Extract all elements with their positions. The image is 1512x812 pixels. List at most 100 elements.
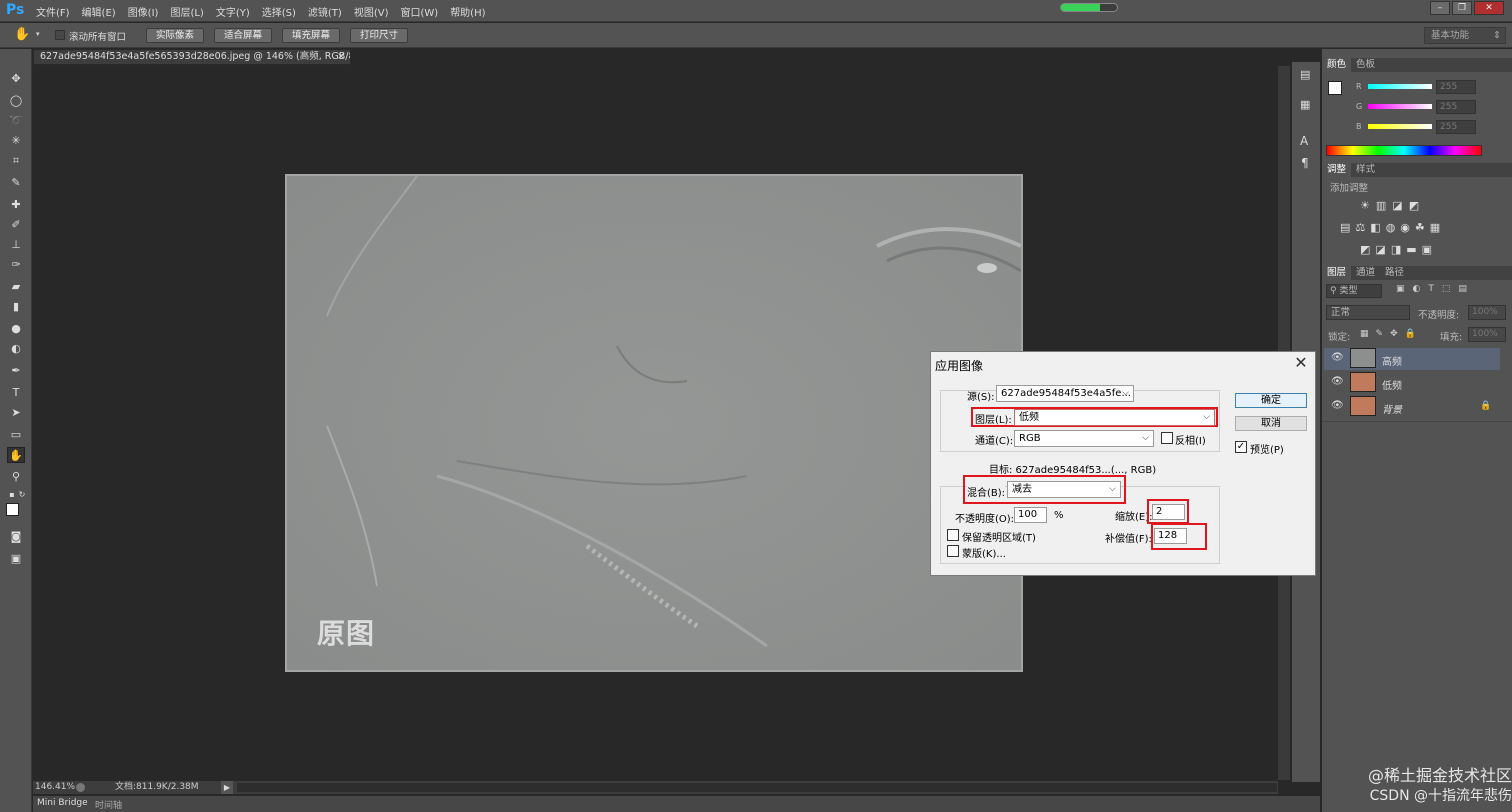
visibility-eye-icon[interactable]: 👁 — [1331, 352, 1344, 363]
screen-mode-icon[interactable]: ▣ — [7, 551, 25, 567]
opacity-input[interactable]: 100 — [1014, 507, 1047, 523]
paragraph-panel-icon[interactable]: ¶ — [1301, 156, 1309, 170]
dialog-close-icon[interactable]: ✕ — [1291, 354, 1311, 372]
fg-color-chip[interactable] — [1328, 81, 1342, 95]
filter-pixel-icon[interactable]: ▣ — [1396, 284, 1405, 294]
pen-tool-icon[interactable]: ✒ — [7, 363, 25, 379]
menu-item[interactable]: 帮助(H) — [450, 4, 485, 19]
filter-type-icon[interactable]: T — [1428, 284, 1434, 294]
preview-checkbox[interactable]: ✓ — [1235, 441, 1247, 453]
marquee-tool-icon[interactable]: ◯ — [7, 93, 25, 109]
menu-item[interactable]: 图像(I) — [128, 4, 159, 19]
blend-mode-select[interactable]: 正常 — [1326, 305, 1410, 320]
hand-tool-selected-icon[interactable]: ✋ — [7, 447, 25, 463]
canvas-image[interactable]: 原图 — [285, 174, 1023, 672]
tab-swatches[interactable]: 色板 — [1351, 58, 1380, 72]
magic-wand-tool-icon[interactable]: ✳ — [7, 133, 25, 149]
ok-button[interactable]: 确定 — [1235, 393, 1307, 408]
brush-tool-icon[interactable]: ✐ — [7, 217, 25, 233]
menu-item[interactable]: 选择(S) — [262, 4, 296, 19]
status-info-icon[interactable] — [76, 783, 85, 792]
lock-all-icon[interactable]: 🔒 — [1405, 329, 1416, 339]
dodge-tool-icon[interactable]: ◐ — [7, 341, 25, 357]
fit-screen-button[interactable]: 适合屏幕 — [214, 28, 272, 43]
blue-value[interactable]: 255 — [1436, 120, 1476, 134]
curves-icon[interactable]: ◪ — [1392, 199, 1402, 212]
green-value[interactable]: 255 — [1436, 100, 1476, 114]
tab-mini-bridge[interactable]: Mini Bridge — [37, 798, 88, 808]
threshold-icon[interactable]: ◨ — [1391, 243, 1401, 256]
tab-timeline[interactable]: 时间轴 — [95, 798, 122, 811]
close-window-button[interactable]: ✕ — [1474, 1, 1504, 15]
actual-pixels-button[interactable]: 实际像素 — [146, 28, 204, 43]
tab-layers[interactable]: 图层 — [1322, 266, 1352, 280]
offset-input[interactable]: 128 — [1154, 528, 1187, 544]
healing-brush-tool-icon[interactable]: ✚ — [7, 197, 25, 213]
character-panel-icon[interactable]: A — [1300, 134, 1308, 148]
eraser-tool-icon[interactable]: ▰ — [7, 279, 25, 295]
blend-select[interactable]: 减去 ⌵ — [1007, 481, 1121, 498]
menu-item[interactable]: 窗口(W) — [400, 4, 438, 19]
gradient-tool-icon[interactable]: ▮ — [7, 299, 25, 315]
mask-checkbox[interactable] — [947, 545, 959, 557]
fill-input[interactable]: 100% — [1468, 327, 1506, 342]
filter-shape-icon[interactable]: ⬚ — [1442, 284, 1451, 294]
visibility-eye-icon[interactable]: 👁 — [1331, 376, 1344, 387]
scroll-all-windows-checkbox[interactable] — [55, 30, 65, 40]
status-menu-arrow-icon[interactable]: ▶ — [221, 781, 233, 794]
visibility-eye-icon[interactable]: 👁 — [1331, 400, 1344, 411]
gradient-map-icon[interactable]: ▬ — [1406, 243, 1416, 256]
restore-button[interactable]: ❐ — [1452, 1, 1472, 15]
swap-colors-icon[interactable]: ↻ — [17, 487, 27, 503]
move-tool-icon[interactable]: ✥ — [7, 71, 25, 87]
filter-smart-icon[interactable]: ▤ — [1458, 284, 1467, 294]
path-selection-tool-icon[interactable]: ➤ — [7, 405, 25, 421]
photo-filter-icon[interactable]: ◉ — [1400, 221, 1410, 234]
exposure-icon[interactable]: ◩ — [1409, 199, 1419, 212]
tool-preset-chevron-icon[interactable]: ▾ — [36, 30, 40, 38]
channel-mixer-icon[interactable]: ☘ — [1415, 221, 1425, 234]
layer-row-low[interactable]: 👁 低频 — [1324, 372, 1500, 394]
history-brush-tool-icon[interactable]: ✑ — [7, 257, 25, 273]
layer-row-background[interactable]: 👁 背景 🔒 — [1324, 396, 1500, 418]
crop-tool-icon[interactable]: ⌗ — [7, 153, 25, 169]
opacity-input[interactable]: 100% — [1468, 305, 1506, 320]
menu-item[interactable]: 文件(F) — [36, 4, 70, 19]
properties-panel-icon[interactable]: ▦ — [1300, 98, 1310, 111]
document-tab[interactable]: 627ade95484f53e4a5fe565393d28e06.jpeg @ … — [33, 49, 351, 65]
workspace-select[interactable]: 基本功能 ⇕ — [1424, 27, 1506, 44]
channel-select[interactable]: RGB ⌵ — [1014, 430, 1154, 447]
tab-channels[interactable]: 通道 — [1351, 266, 1380, 280]
scale-input[interactable]: 2 — [1152, 504, 1185, 520]
hand-tool-icon[interactable]: ✋ — [14, 27, 30, 42]
history-panel-icon[interactable]: ▤ — [1300, 68, 1310, 81]
menu-item[interactable]: 视图(V) — [354, 4, 389, 19]
layer-select[interactable]: 低频 ⌵ — [1014, 409, 1215, 426]
green-slider[interactable] — [1368, 104, 1432, 109]
menu-item[interactable]: 图层(L) — [170, 4, 203, 19]
minimize-button[interactable]: – — [1430, 1, 1450, 15]
rectangle-tool-icon[interactable]: ▭ — [7, 427, 25, 443]
eyedropper-tool-icon[interactable]: ✎ — [7, 175, 25, 191]
type-tool-icon[interactable]: T — [7, 385, 25, 401]
default-colors-icon[interactable]: ▪ — [7, 487, 17, 503]
lock-pixels-icon[interactable]: ✎ — [1376, 329, 1384, 339]
red-slider[interactable] — [1368, 84, 1432, 89]
lock-transparent-icon[interactable]: ▦ — [1360, 329, 1369, 339]
tab-styles[interactable]: 样式 — [1351, 163, 1380, 177]
menu-item[interactable]: 文字(Y) — [216, 4, 250, 19]
blur-tool-icon[interactable]: ● — [7, 321, 25, 337]
print-size-button[interactable]: 打印尺寸 — [350, 28, 408, 43]
source-select[interactable]: 627ade95484f53e4a5fe... ⌵ — [996, 385, 1134, 402]
tab-adjustments[interactable]: 调整 — [1322, 163, 1352, 177]
selective-color-icon[interactable]: ▣ — [1422, 243, 1432, 256]
zoom-tool-icon[interactable]: ⚲ — [7, 469, 25, 485]
layer-row-high[interactable]: 👁 高频 — [1324, 348, 1500, 370]
foreground-color-swatch[interactable] — [6, 503, 19, 516]
menu-item[interactable]: 编辑(E) — [82, 4, 116, 19]
blue-slider[interactable] — [1368, 124, 1432, 129]
quick-mask-icon[interactable]: ◙ — [7, 529, 25, 545]
color-lookup-icon[interactable]: ▦ — [1430, 221, 1440, 234]
menu-item[interactable]: 滤镜(T) — [308, 4, 342, 19]
filter-adjust-icon[interactable]: ◐ — [1413, 284, 1421, 294]
